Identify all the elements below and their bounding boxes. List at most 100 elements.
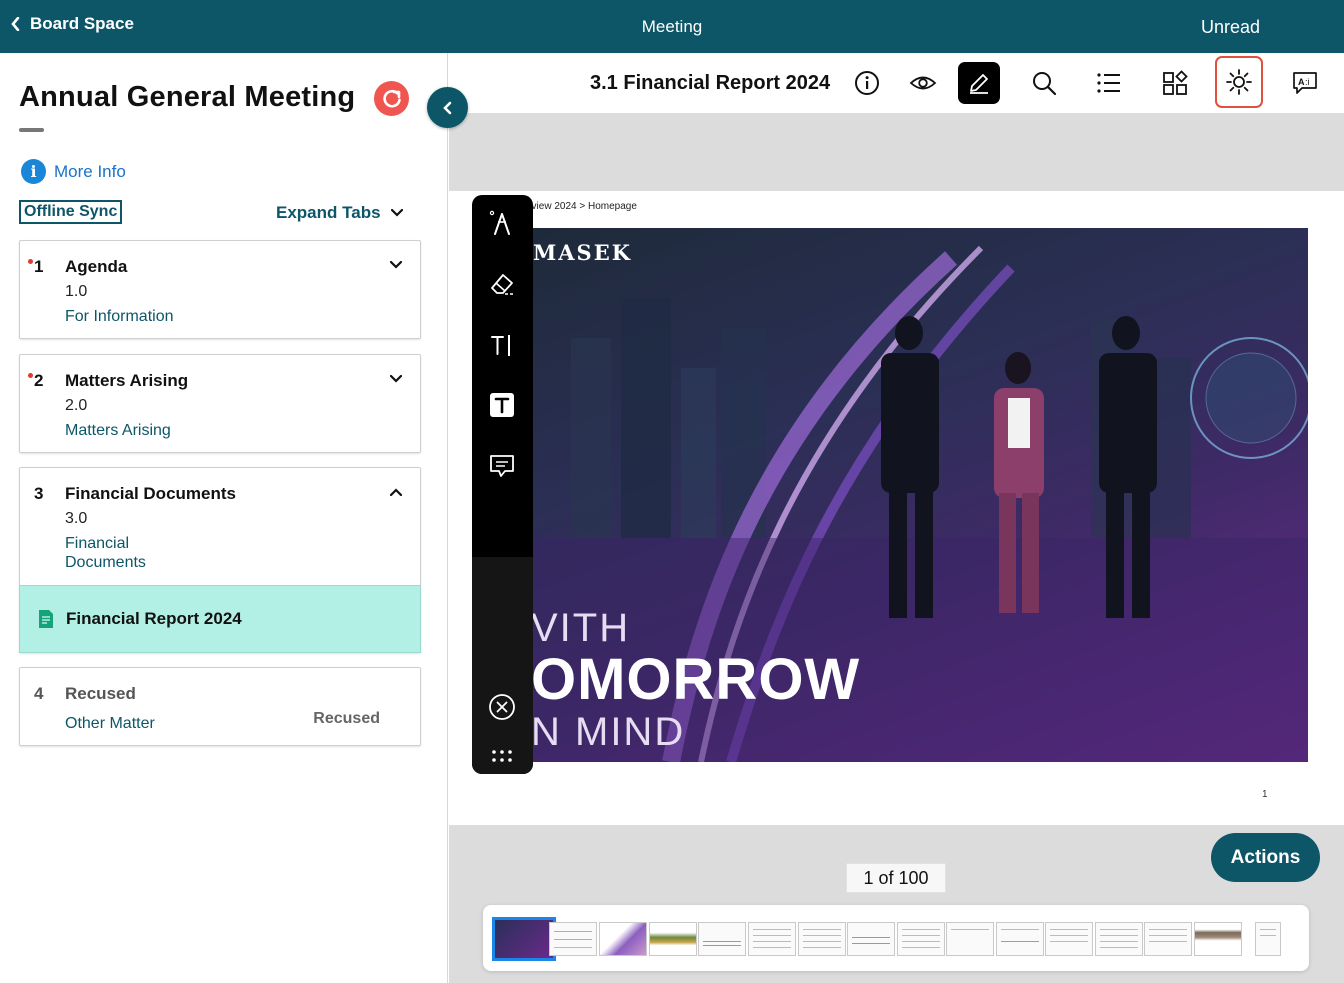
thumbnail-page[interactable] <box>1095 922 1143 956</box>
item-category: Other Matter <box>65 715 155 732</box>
eraser-icon <box>491 274 514 295</box>
pen-nib-icon <box>489 210 510 235</box>
search-button[interactable] <box>1023 62 1065 104</box>
back-button[interactable]: Board Space <box>10 14 134 34</box>
headline-line1: VITH <box>531 606 631 650</box>
thumbnail-page-1[interactable] <box>492 917 556 961</box>
item-category: For Information <box>65 308 174 325</box>
thumbnail-page[interactable] <box>897 922 945 956</box>
sub-item-financial-report[interactable]: Financial Report 2024 <box>19 585 421 653</box>
chevron-down-icon[interactable] <box>390 375 402 383</box>
thumbnail-page[interactable] <box>946 922 994 956</box>
drag-handle[interactable] <box>484 738 520 774</box>
eye-icon <box>909 76 937 90</box>
chevron-down-icon <box>390 209 403 217</box>
item-category-line1: Financial <box>65 535 130 552</box>
brightness-icon <box>1226 69 1252 95</box>
refresh-button[interactable] <box>374 81 409 116</box>
item-category-line2: Documents <box>65 554 146 571</box>
info-icon <box>855 71 879 95</box>
item-title: Matters Arising <box>65 371 189 390</box>
eraser-tool-button[interactable] <box>484 266 520 302</box>
expand-tabs-label: Expand Tabs <box>276 203 381 222</box>
ai-text-button[interactable]: A:i <box>1284 62 1326 104</box>
actions-button[interactable]: Actions <box>1211 833 1320 882</box>
svg-text::i: :i <box>1305 77 1310 87</box>
more-info-label: More Info <box>54 161 126 181</box>
unread-button[interactable]: Unread <box>1201 17 1260 38</box>
item-category: Financial Documents <box>65 534 146 572</box>
thumbnail-page[interactable] <box>1194 922 1242 956</box>
close-circle-icon <box>489 694 515 720</box>
thumbnails-button[interactable] <box>1154 62 1196 104</box>
more-info-link[interactable]: i More Info <box>21 159 126 184</box>
thumbnail-page[interactable] <box>649 922 697 956</box>
title-underline <box>19 128 44 132</box>
view-button[interactable] <box>902 62 944 104</box>
chevron-down-icon[interactable] <box>390 261 402 269</box>
text-box-tool-button[interactable] <box>484 387 520 423</box>
pen-tool-button[interactable] <box>484 206 520 242</box>
item-code: 3.0 <box>65 510 88 527</box>
item-category: Matters Arising <box>65 422 171 439</box>
item-code: 1.0 <box>65 283 88 300</box>
search-icon <box>1033 72 1057 96</box>
annotation-toolbar <box>472 195 533 774</box>
close-toolbar-button[interactable] <box>484 689 520 725</box>
info-button[interactable] <box>846 62 888 104</box>
pencil-icon <box>970 74 988 94</box>
text-cursor-icon <box>491 335 510 356</box>
top-bar: Board Space Meeting Unread <box>0 0 1344 53</box>
thumbnail-page[interactable] <box>698 922 746 956</box>
recused-status: Recused <box>313 710 380 727</box>
thumbnail-page[interactable] <box>996 922 1044 956</box>
thumbnail-page[interactable] <box>1144 922 1192 956</box>
expand-tabs-button[interactable]: Expand Tabs <box>276 203 403 223</box>
sub-item-label: Financial Report 2024 <box>66 609 242 628</box>
document-title: 3.1 Financial Report 2024 <box>590 72 831 94</box>
sidebar: Annual General Meeting i More Info Offli… <box>0 53 448 983</box>
agenda-item-2[interactable]: 2 Matters Arising 2.0 Matters Arising <box>19 354 421 453</box>
thumbnail-page[interactable] <box>1255 922 1281 956</box>
thumbnail-page[interactable] <box>748 922 796 956</box>
chevron-left-icon <box>11 17 20 31</box>
svg-text:A: A <box>1298 77 1305 87</box>
unread-dot <box>28 259 33 264</box>
annotate-button[interactable] <box>958 62 1000 104</box>
document-icon <box>39 610 53 628</box>
comment-tool-button[interactable] <box>484 448 520 484</box>
headline-line2: OMORROW <box>531 647 861 712</box>
thumbnail-page[interactable] <box>798 922 846 956</box>
offline-sync-button[interactable]: Offline Sync <box>19 200 123 224</box>
comment-icon <box>490 455 514 477</box>
brightness-button[interactable] <box>1215 56 1263 108</box>
back-label: Board Space <box>30 14 134 33</box>
drag-dots-icon <box>492 750 512 762</box>
document-header <box>449 53 1344 113</box>
collapse-sidebar-button[interactable] <box>427 87 468 128</box>
item-number: 2 <box>34 371 44 390</box>
page-breadcrumb: eview 2024 > Homepage <box>526 201 637 212</box>
agenda-item-4[interactable]: 4 Recused Other Matter Recused <box>19 667 421 746</box>
item-title: Recused <box>65 684 136 703</box>
thumbnail-page[interactable] <box>1045 922 1093 956</box>
item-number: 3 <box>34 484 44 503</box>
meeting-title: Annual General Meeting <box>19 81 356 113</box>
info-icon: i <box>21 159 46 184</box>
refresh-icon <box>382 89 401 107</box>
text-cursor-tool-button[interactable] <box>484 327 520 363</box>
text-box-icon <box>490 393 514 417</box>
thumbnail-strip[interactable] <box>483 905 1309 971</box>
outline-button[interactable] <box>1088 62 1130 104</box>
chevron-up-icon[interactable] <box>390 488 402 496</box>
chevron-left-icon <box>442 101 451 114</box>
agenda-item-1[interactable]: 1 Agenda 1.0 For Information <box>19 240 421 339</box>
thumbnail-page[interactable] <box>847 922 895 956</box>
thumbnail-page[interactable] <box>599 922 647 956</box>
item-number: 1 <box>34 257 44 276</box>
thumbnail-page[interactable] <box>549 922 597 956</box>
item-title: Financial Documents <box>65 484 236 503</box>
page-indicator: 1 of 100 <box>846 863 946 893</box>
printed-page-number: 1 <box>1262 789 1268 800</box>
unread-dot <box>28 373 33 378</box>
